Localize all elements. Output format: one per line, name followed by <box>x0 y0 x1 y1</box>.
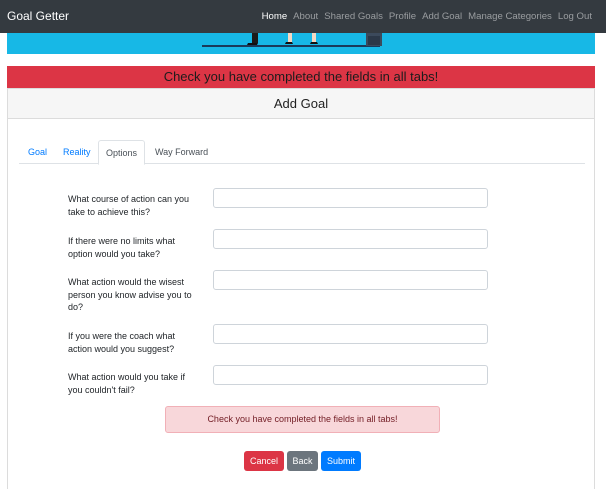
alert-validation: Check you have completed the fields in a… <box>165 406 440 433</box>
nav-link-profile[interactable]: Profile <box>389 11 416 22</box>
nav-link-add-goal[interactable]: Add Goal <box>422 11 462 22</box>
couldnt-fail-input[interactable] <box>213 365 488 385</box>
back-button[interactable]: Back <box>287 451 318 471</box>
hero-illustration <box>202 33 382 47</box>
question-label-wisest-person: What action would the wisest person you … <box>68 277 192 312</box>
nav-link-about[interactable]: About <box>293 11 318 22</box>
nav-link-manage-categories[interactable]: Manage Categories <box>468 11 552 22</box>
wisest-person-input[interactable] <box>213 270 488 290</box>
coach-input[interactable] <box>213 324 488 344</box>
navbar: Goal Getter Home About Shared Goals Prof… <box>0 0 606 33</box>
no-limits-input[interactable] <box>213 229 488 249</box>
submit-button[interactable]: Submit <box>321 451 361 471</box>
tab-goal[interactable]: Goal <box>28 140 47 164</box>
alert-banner-top: Check you have completed the fields in a… <box>7 66 595 88</box>
question-label-coach: If you were the coach what action would … <box>68 331 176 354</box>
question-label-course-of-action: What course of action can you take to ac… <box>68 194 190 217</box>
nav-link-log-out[interactable]: Log Out <box>558 11 592 22</box>
course-of-action-input[interactable] <box>213 188 488 208</box>
tab-bar: Goal Reality Options Way Forward <box>19 140 585 165</box>
hero-banner <box>7 33 595 54</box>
tab-reality[interactable]: Reality <box>63 140 91 164</box>
cancel-button[interactable]: Cancel <box>244 451 284 471</box>
nav-links: Home About Shared Goals Profile Add Goal… <box>262 11 592 22</box>
add-goal-card: Add Goal Goal Reality Options Way Forwar… <box>7 88 595 489</box>
card-title: Add Goal <box>8 89 594 119</box>
nav-link-home[interactable]: Home <box>262 11 288 22</box>
brand-logo[interactable]: Goal Getter <box>7 9 69 23</box>
tab-way-forward[interactable]: Way Forward <box>155 140 208 164</box>
tab-options[interactable]: Options <box>98 140 145 165</box>
question-label-no-limits: If there were no limits what option woul… <box>68 236 176 259</box>
question-label-couldnt-fail: What action would you take if you couldn… <box>68 372 186 395</box>
nav-link-shared-goals[interactable]: Shared Goals <box>324 11 383 22</box>
